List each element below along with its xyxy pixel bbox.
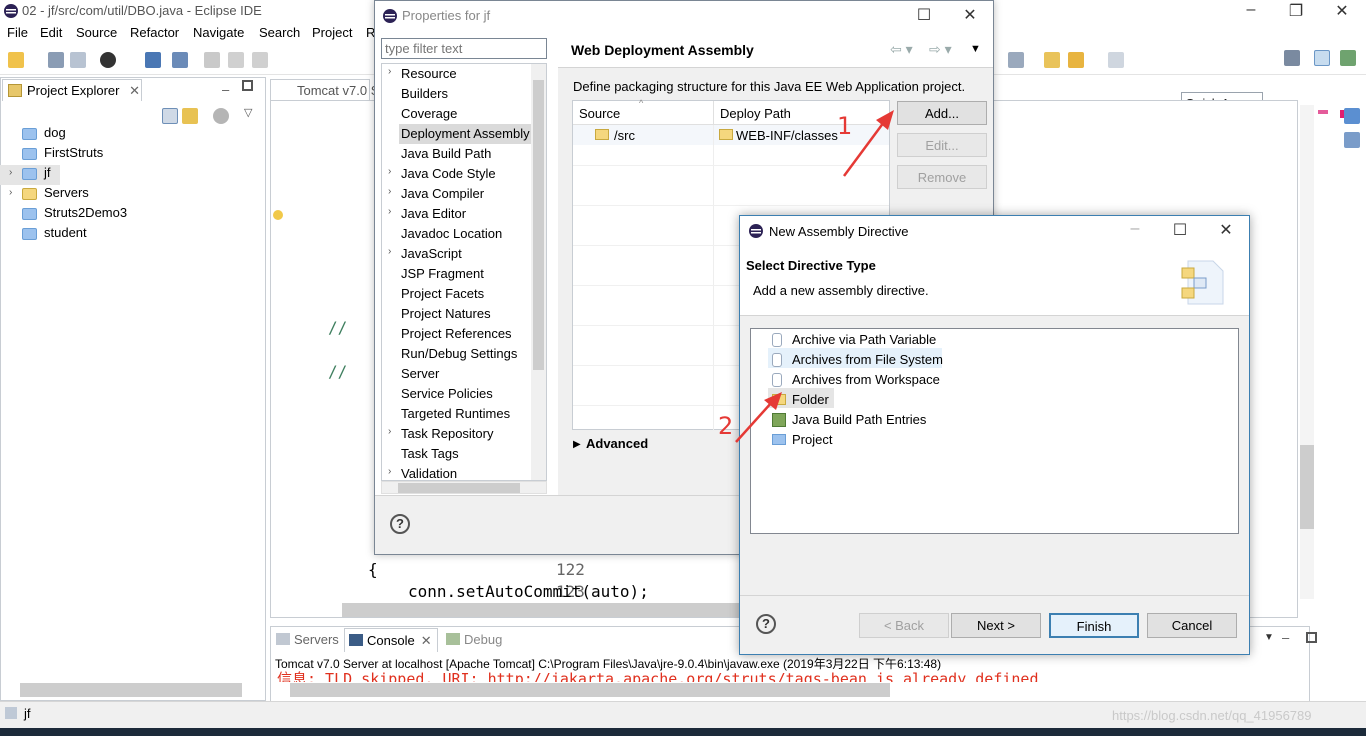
annotation-arrow-2	[735, 401, 773, 443]
annotation-step-2: 2	[718, 412, 734, 440]
annotation-step-1: 1	[837, 112, 853, 140]
annotation-arrowhead-1	[876, 110, 894, 130]
annotation-overlay	[735, 110, 894, 443]
